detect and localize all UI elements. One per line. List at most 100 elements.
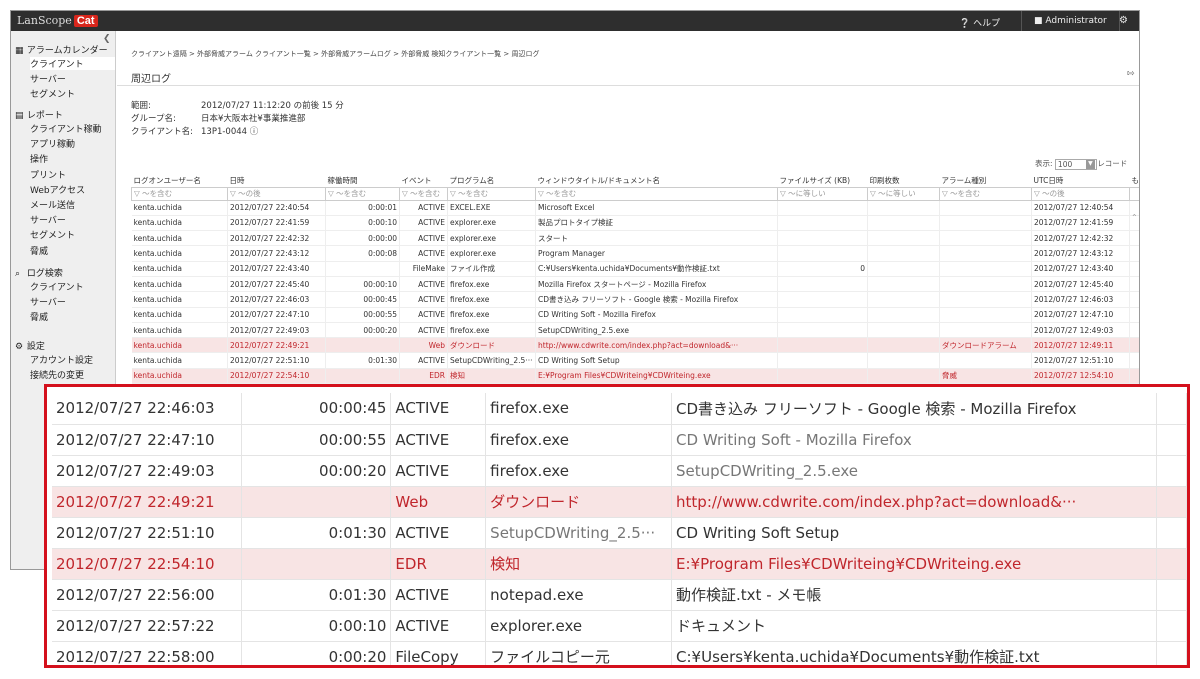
user-menu[interactable]: ■ Administrator	[1021, 11, 1120, 31]
sidebar-section[interactable]: ▦ アラームカレンダー	[15, 43, 108, 56]
sidebar-item[interactable]: 脅威	[30, 244, 48, 257]
table-row[interactable]: kenta.uchida 2012/07/27 22:45:40 00:00:10 A…	[131, 276, 1139, 293]
table-row[interactable]: kenta.uchida 2012/07/27 22:46:03 00:00:45 A…	[131, 291, 1139, 308]
table-row[interactable]: kenta.uchida 2012/07/27 22:42:32 0:00:00 AC…	[131, 230, 1139, 247]
table-row[interactable]: kenta.uchida 2012/07/27 22:51:10 0:01:30 AC…	[131, 352, 1139, 369]
table-cell-utc: 2012/07/27 12:51:10	[1031, 352, 1130, 369]
log-table: ログオンユーザー名 日時 稼働時間 イベント プログラム名 ウィンドウタイトル/ドキュメン…	[131, 174, 1139, 400]
table-cell-pad	[1129, 230, 1139, 247]
table-cell-size	[777, 276, 868, 293]
table-cell-alarm	[939, 291, 1032, 308]
table-cell-datetime: 2012/07/27 22:45:40	[227, 276, 326, 293]
exit-icon[interactable]: ⇰	[1127, 69, 1135, 79]
column-header[interactable]: 稼働時間	[325, 174, 400, 188]
sidebar-item[interactable]: セグメント	[30, 228, 75, 241]
chevron-down-icon[interactable]: ▼	[1085, 159, 1095, 169]
sidebar-section[interactable]: ⚙ 設定	[15, 339, 45, 352]
column-header[interactable]: プログラム名	[447, 174, 536, 188]
table-row[interactable]: kenta.uchida 2012/07/27 22:41:59 0:00:10 AC…	[131, 215, 1139, 232]
table-row[interactable]: kenta.uchida 2012/07/27 22:49:03 00:00:20 A…	[131, 322, 1139, 339]
sidebar-item[interactable]: アプリ稼動	[30, 137, 75, 150]
zoom-cell-duration: 00:00:55	[241, 424, 392, 456]
column-filter-input[interactable]: ▽ ～に等しい	[777, 186, 868, 201]
table-cell-duration: 0:00:10	[325, 215, 400, 232]
column-header[interactable]: ファイルサイズ (KB)	[777, 174, 868, 188]
zoom-row: 2012/07/27 22:47:10 00:00:55 ACTIVE firefox…	[52, 424, 1187, 456]
breadcrumb[interactable]: クライアント遠隔 > 外部脅威アラーム クライアント一覧 > 外部脅威アラームロ…	[131, 49, 539, 59]
column-header[interactable]: ログオンユーザー名	[131, 174, 228, 188]
table-cell-utc: 2012/07/27 12:49:03	[1031, 322, 1130, 339]
sidebar-item[interactable]: サーバー	[30, 213, 66, 226]
info-icon[interactable]: ⓘ	[250, 127, 259, 137]
table-cell-title: C:¥Users¥kenta.uchida¥Documents¥動作検証.txt	[535, 261, 778, 277]
group-value: 日本¥大阪本社¥事業推進部	[201, 114, 306, 124]
table-cell-datetime: 2012/07/27 22:54:10	[227, 368, 326, 385]
scroll-up-icon[interactable]: ⌃	[1131, 213, 1138, 222]
column-header[interactable]: 日時	[227, 174, 326, 188]
divider	[117, 85, 1139, 86]
table-row[interactable]: kenta.uchida 2012/07/27 22:54:10 EDR 検知 E:¥P…	[131, 368, 1139, 385]
sidebar-section[interactable]: ⌕ ログ検索	[15, 266, 63, 279]
zoom-cell-event: ACTIVE	[390, 424, 487, 456]
column-filter-input[interactable]: ▽ ～に等しい	[867, 186, 940, 201]
sidebar-item[interactable]: サーバー	[30, 295, 66, 308]
column-filter-input[interactable]: ▽ ～を含む	[399, 186, 448, 201]
column-header[interactable]: イベント	[399, 174, 448, 188]
table-cell-pad	[1129, 245, 1139, 262]
record-unit: レコード	[1097, 159, 1128, 168]
column-filter-input[interactable]: ▽ ～を含む	[939, 186, 1032, 201]
column-filter-input[interactable]: ▽ ～を含む	[535, 186, 778, 201]
sidebar-item[interactable]: セグメント	[30, 87, 75, 100]
column-header[interactable]: も	[1129, 174, 1139, 188]
table-cell-utc: 2012/07/27 12:42:32	[1031, 230, 1130, 247]
table-cell-pad	[1129, 291, 1139, 308]
table-row[interactable]: kenta.uchida 2012/07/27 22:47:10 00:00:55 A…	[131, 307, 1139, 323]
column-header[interactable]: UTC日時	[1031, 174, 1130, 188]
table-cell-pad	[1129, 261, 1139, 277]
table-cell-print	[867, 245, 940, 262]
table-cell-pad	[1129, 276, 1139, 293]
column-filter-input[interactable]: ▽ ～を含む	[325, 186, 400, 201]
range-label: 範囲:	[131, 101, 151, 111]
question-circle-icon: ❔	[959, 19, 971, 29]
zoom-cell-title: E:¥Program Files¥CDWriteing¥CDWriteing.e…	[671, 548, 1158, 580]
sidebar-item[interactable]: クライアント	[30, 57, 115, 70]
column-filter-input[interactable]: ▽ ～を含む	[447, 186, 536, 201]
app-logo[interactable]: LanScope Cat	[17, 14, 98, 27]
sidebar-item[interactable]: アカウント設定	[30, 353, 93, 366]
sidebar-item[interactable]: 接続先の変更	[30, 368, 84, 381]
pager: 表示: 100 ▼ レコード	[1035, 158, 1127, 170]
sidebar-item[interactable]: 操作	[30, 152, 48, 165]
sidebar-item[interactable]: プリント	[30, 168, 66, 181]
help-link[interactable]: ❔ ヘルプ	[959, 16, 1000, 29]
table-row[interactable]: kenta.uchida 2012/07/27 22:40:54 0:00:01 AC…	[131, 200, 1139, 216]
table-cell-title: Program Manager	[535, 245, 778, 262]
column-filter-input[interactable]: ▽ ～を含む	[131, 186, 228, 201]
table-row[interactable]: kenta.uchida 2012/07/27 22:43:12 0:00:08 AC…	[131, 245, 1139, 262]
sidebar-item[interactable]: メール送信	[30, 198, 75, 211]
column-header[interactable]: ウィンドウタイトル/ドキュメント名	[535, 174, 778, 188]
column-header[interactable]: 印刷枚数	[867, 174, 940, 188]
table-cell-datetime: 2012/07/27 22:43:12	[227, 245, 326, 262]
table-cell-program: firefox.exe	[447, 291, 536, 308]
column-filter-input[interactable]: ▽ ～の後	[1031, 186, 1130, 201]
sidebar-item[interactable]: クライアント稼動	[30, 122, 102, 135]
table-cell-title: スタート	[535, 230, 778, 247]
sidebar-item[interactable]: サーバー	[30, 72, 66, 85]
column-header[interactable]: アラーム種別	[939, 174, 1032, 188]
zoom-row: 2012/07/27 22:57:22 0:00:10 ACTIVE explorer…	[52, 610, 1187, 642]
table-row[interactable]: kenta.uchida 2012/07/27 22:43:40 FileMake フ…	[131, 261, 1139, 277]
sidebar-item[interactable]: Webアクセス	[30, 183, 85, 196]
sidebar-item[interactable]: クライアント	[30, 280, 84, 293]
table-cell-title: E:¥Program Files¥CDWriteing¥CDWriteing.e…	[535, 368, 778, 385]
gear-icon[interactable]: ⚙	[1119, 15, 1128, 26]
column-filter-input[interactable]	[1129, 186, 1139, 201]
sidebar-section-label: レポート	[24, 111, 63, 121]
table-cell-user: kenta.uchida	[131, 291, 228, 308]
zoom-cell-pad	[1156, 610, 1187, 642]
sidebar-item[interactable]: 脅威	[30, 310, 48, 323]
column-filter-input[interactable]: ▽ ～の後	[227, 186, 326, 201]
table-row[interactable]: kenta.uchida 2012/07/27 22:49:21 Web ダウンロード…	[131, 337, 1139, 354]
sidebar-section[interactable]: ▤ レポート	[15, 108, 63, 121]
table-cell-title: CD Writing Soft Setup	[535, 352, 778, 369]
